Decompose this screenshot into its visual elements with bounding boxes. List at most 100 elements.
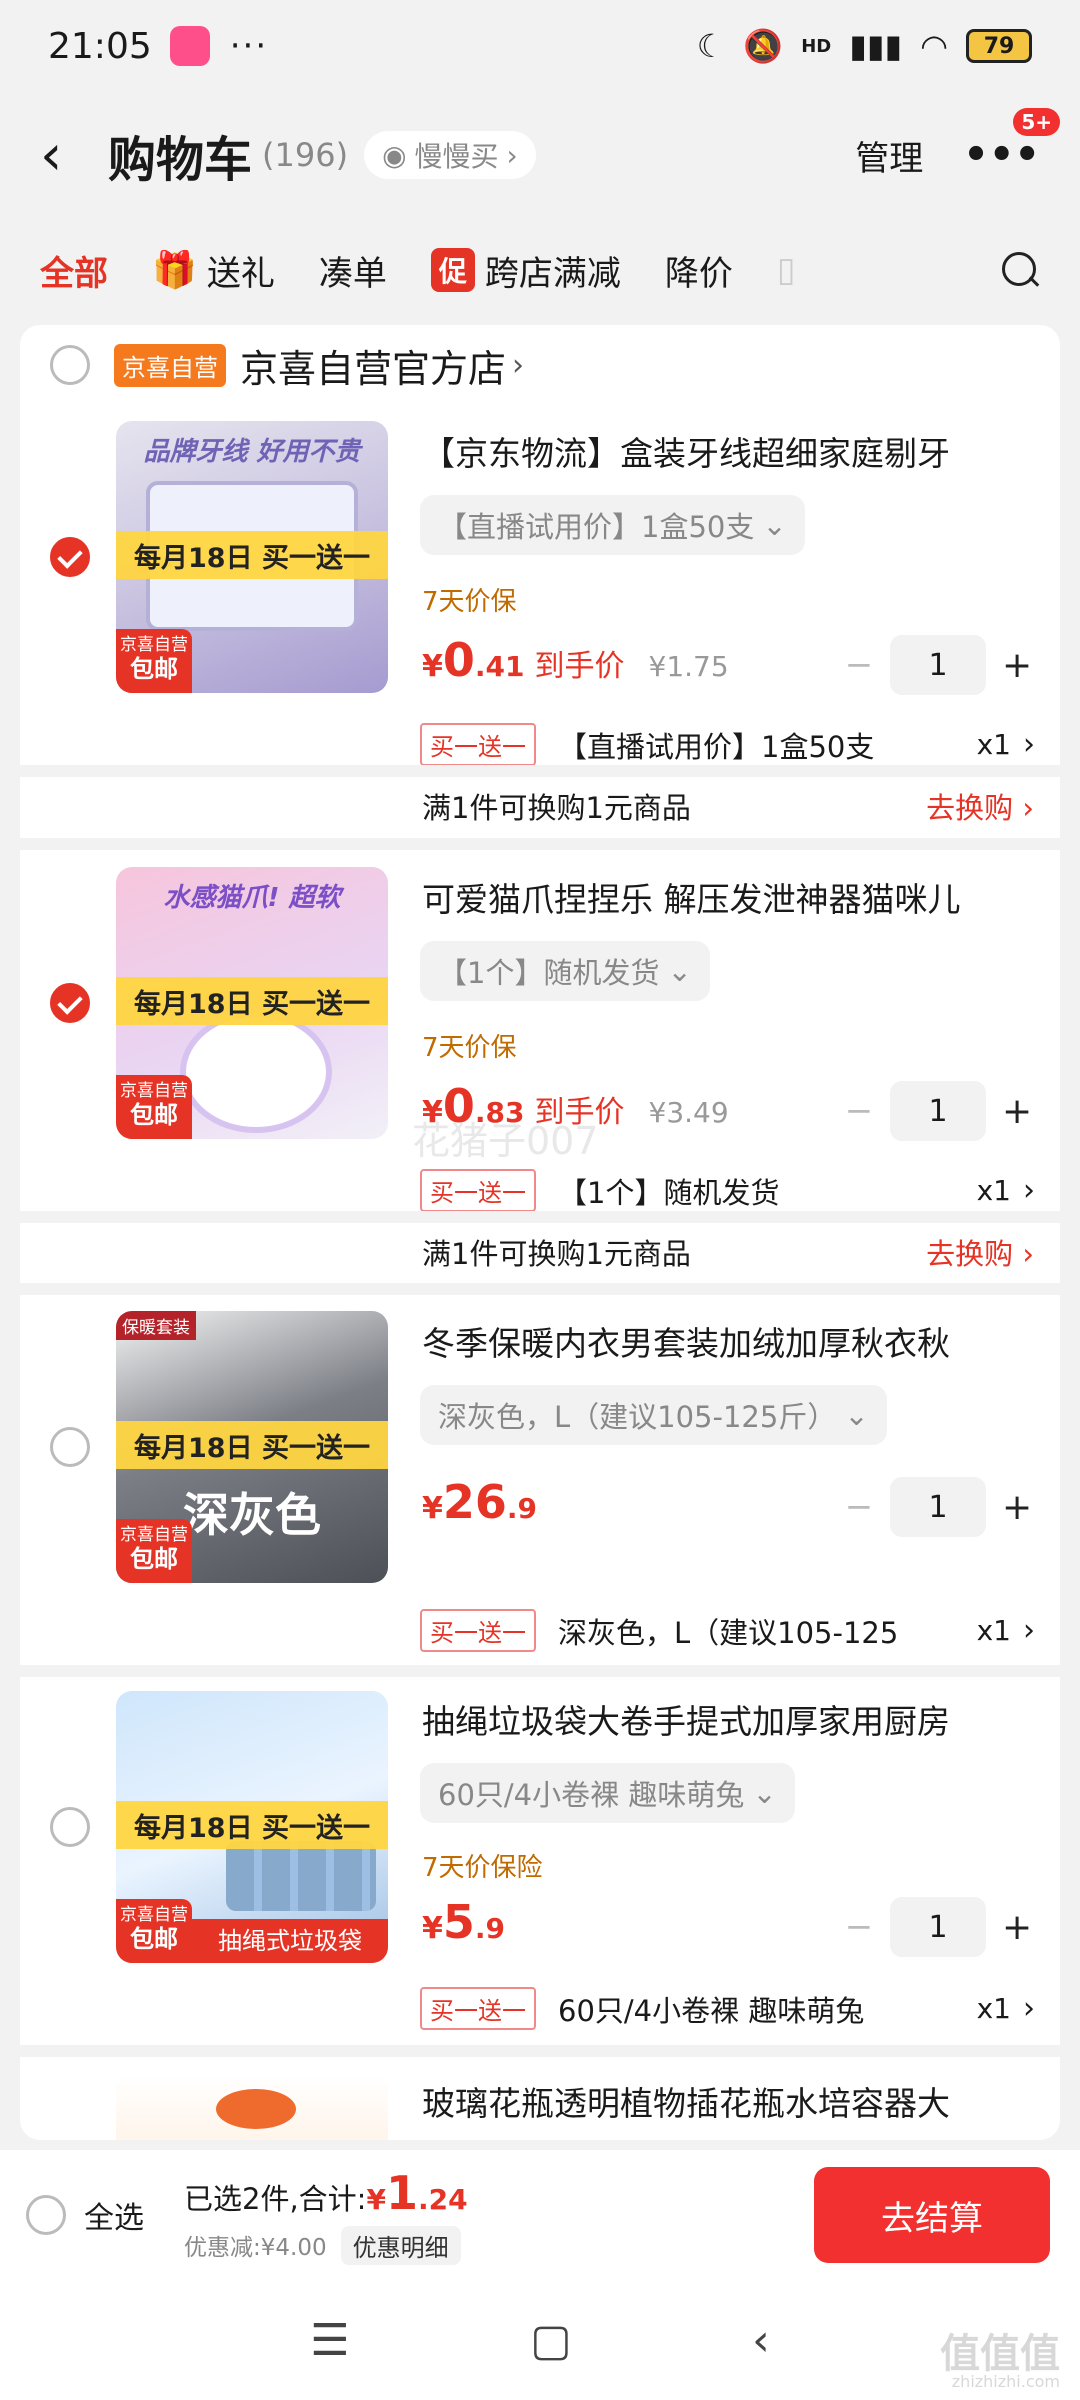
image-slogan: 水感猫爪! 超软 [163,883,341,913]
item-select-checkbox[interactable] [50,1427,90,1467]
select-all-checkbox[interactable] [26,2195,66,2235]
chevron-right-icon: › [1023,1613,1035,1648]
product-title[interactable]: 抽绳垃圾袋大卷手提式加厚家用厨房 [422,1695,1032,1743]
ship-badge-top: 京喜自营 [120,1905,188,1925]
signal-icon: ▮▮▮ [849,27,903,65]
swap-link[interactable]: 去换购 › [926,1231,1034,1273]
gift-tag: 买一送一 [420,1609,536,1652]
product-title[interactable]: 【京东物流】盒装牙线超细家庭剔牙 [422,427,1032,475]
quantity-value[interactable]: 1 [890,1081,986,1141]
price-dec: .9 [506,1492,538,1525]
gift-row[interactable]: 买一送一 【直播试用价】1盒50支 x1 › [420,723,1035,766]
tab-price-drop[interactable]: 降价 [665,246,733,295]
gift-row[interactable]: 买一送一 深灰色，L（建议105-125 x1 › [420,1609,1035,1652]
clock: 21:05 [48,25,152,67]
tab-gift[interactable]: 🎁 送礼 [152,246,275,295]
gift-desc: 60只/4小卷裸 趣味萌兔 [558,1993,865,2028]
gift-tag: 买一送一 [420,723,536,766]
decrease-button[interactable]: − [844,1091,874,1131]
final-price: ¥26.9 [422,1475,537,1529]
gift-row[interactable]: 买一送一 【1个】随机发货 x1 › [420,1169,1035,1212]
network-label: HD [801,35,832,57]
free-shipping-badge: 京喜自营 包邮 [116,629,192,693]
store-name[interactable]: 京喜自营官方店 [240,338,506,393]
final-price: ¥5.9 [422,1895,505,1949]
quantity-value[interactable]: 1 [890,1897,986,1957]
discount-detail-button[interactable]: 优惠明细 [340,2225,461,2265]
quantity-value[interactable]: 1 [890,635,986,695]
decrease-button[interactable]: − [844,645,874,685]
back-nav-icon[interactable]: ‹ [752,2315,770,2366]
increase-button[interactable]: + [1002,645,1032,686]
promo-icon: 促 [430,248,475,292]
tab-bundle[interactable]: 凑单 [319,246,387,295]
watermark: 花猪子007 [412,1119,599,1163]
gift-row[interactable]: 买一送一 60只/4小卷裸 趣味萌兔 x1 › [420,1987,1035,2030]
trash-bag-rolls-graphic [226,1841,376,1911]
item-select-checkbox[interactable] [50,1807,90,1847]
chevron-right-icon[interactable]: › [512,348,524,383]
price-yen: ¥ [422,1491,443,1526]
tab-filter-partial[interactable]: ▯ [777,250,796,290]
quantity-stepper: − 1 + [844,1477,1032,1537]
divider [20,838,1060,850]
divider [20,1283,1060,1295]
product-title[interactable]: 玻璃花瓶透明植物插花瓶水培容器大 [422,2077,1032,2125]
swap-link[interactable]: 去换购 › [926,785,1034,827]
product-image[interactable]: 每月18日 买一送一 京喜自营 包邮 抽绳式垃圾袋 [116,1691,388,1963]
swap-link-label: 去换购 [926,1237,1014,1271]
slow-buy-button[interactable]: ◉ 慢慢买 › [364,131,536,179]
product-image[interactable]: 保暖套装 每月18日 买一送一 深灰色 京喜自营 包邮 [116,1311,388,1583]
final-price: ¥0.41 [422,633,525,687]
discount-line: 优惠减:¥4.00 优惠明细 [184,2225,468,2265]
increase-button[interactable]: + [1002,1091,1032,1132]
product-image[interactable]: 品牌牙线 好用不贵 每月18日 买一送一 京喜自营 包邮 [116,421,388,693]
product-image[interactable] [116,2075,388,2140]
image-slogan: 品牌牙线 好用不贵 [143,437,361,467]
variant-selector[interactable]: 60只/4小卷裸 趣味萌兔 ⌄ [420,1763,795,1823]
variant-selector[interactable]: 【1个】随机发货 ⌄ [420,941,710,1001]
free-shipping-badge: 京喜自营 包邮 [116,1899,192,1963]
bell-off-icon: 🔕 [743,27,784,65]
back-icon[interactable]: ‹ [40,123,100,188]
tab-cross-store[interactable]: 促 跨店满减 [430,246,621,295]
gift-qty: x1 [976,1614,1011,1647]
status-icons: ☾ 🔕 HD ▮▮▮ ◠ 79 [697,27,1032,65]
free-shipping-badge: 京喜自营 包邮 [116,1075,192,1139]
search-icon[interactable] [1000,250,1040,290]
increase-button[interactable]: + [1002,1487,1032,1528]
status-bar: 21:05 ··· ☾ 🔕 HD ▮▮▮ ◠ 79 [0,0,1080,92]
price-dec: .9 [474,1912,506,1945]
checkout-button[interactable]: 去结算 [814,2167,1050,2263]
decrease-button[interactable]: − [844,1487,874,1527]
store-select-checkbox[interactable] [50,345,90,385]
variant-selector[interactable]: 深灰色，L（建议105-125斤） ⌄ [420,1385,887,1445]
product-title[interactable]: 可爱猫爪捏捏乐 解压发泄神器猫咪儿 [422,873,1032,921]
decrease-button[interactable]: − [844,1907,874,1947]
increase-button[interactable]: + [1002,1907,1032,1948]
price-row: ¥26.9 [422,1475,537,1529]
ship-badge-bottom: 包邮 [130,1925,178,1954]
ship-badge-top: 京喜自营 [120,1081,188,1101]
home-icon[interactable]: ▢ [530,2315,572,2366]
cat-paw-graphic [186,1017,326,1127]
app-notification-icon [169,26,210,66]
item-select-checkbox[interactable] [50,983,90,1023]
product-image[interactable]: 水感猫爪! 超软 每月18日 买一送一 京喜自营 包邮 [116,867,388,1139]
gift-desc: 【直播试用价】1盒50支 [558,729,875,764]
variant-selector[interactable]: 【直播试用价】1盒50支 ⌄ [420,495,805,555]
chevron-down-icon: ⌄ [752,1776,777,1810]
manage-button[interactable]: 管理 [855,131,923,180]
product-title[interactable]: 冬季保暖内衣男套装加绒加厚秋衣秋 [422,1317,1032,1365]
menu-icon[interactable]: ☰ [310,2315,349,2366]
store-header: 京喜自营 京喜自营官方店 › [20,325,1060,405]
selected-text: 已选2件,合计: [184,2181,367,2216]
original-price: ¥1.75 [648,650,729,683]
item-select-checkbox[interactable] [50,537,90,577]
divider [20,1665,1060,1677]
tab-all[interactable]: 全部 [40,246,108,295]
select-all-label[interactable]: 全选 [84,2193,144,2237]
chevron-down-icon: ⌄ [762,508,787,542]
more-menu-button[interactable]: ••• 5+ [963,108,1060,178]
quantity-value[interactable]: 1 [890,1477,986,1537]
